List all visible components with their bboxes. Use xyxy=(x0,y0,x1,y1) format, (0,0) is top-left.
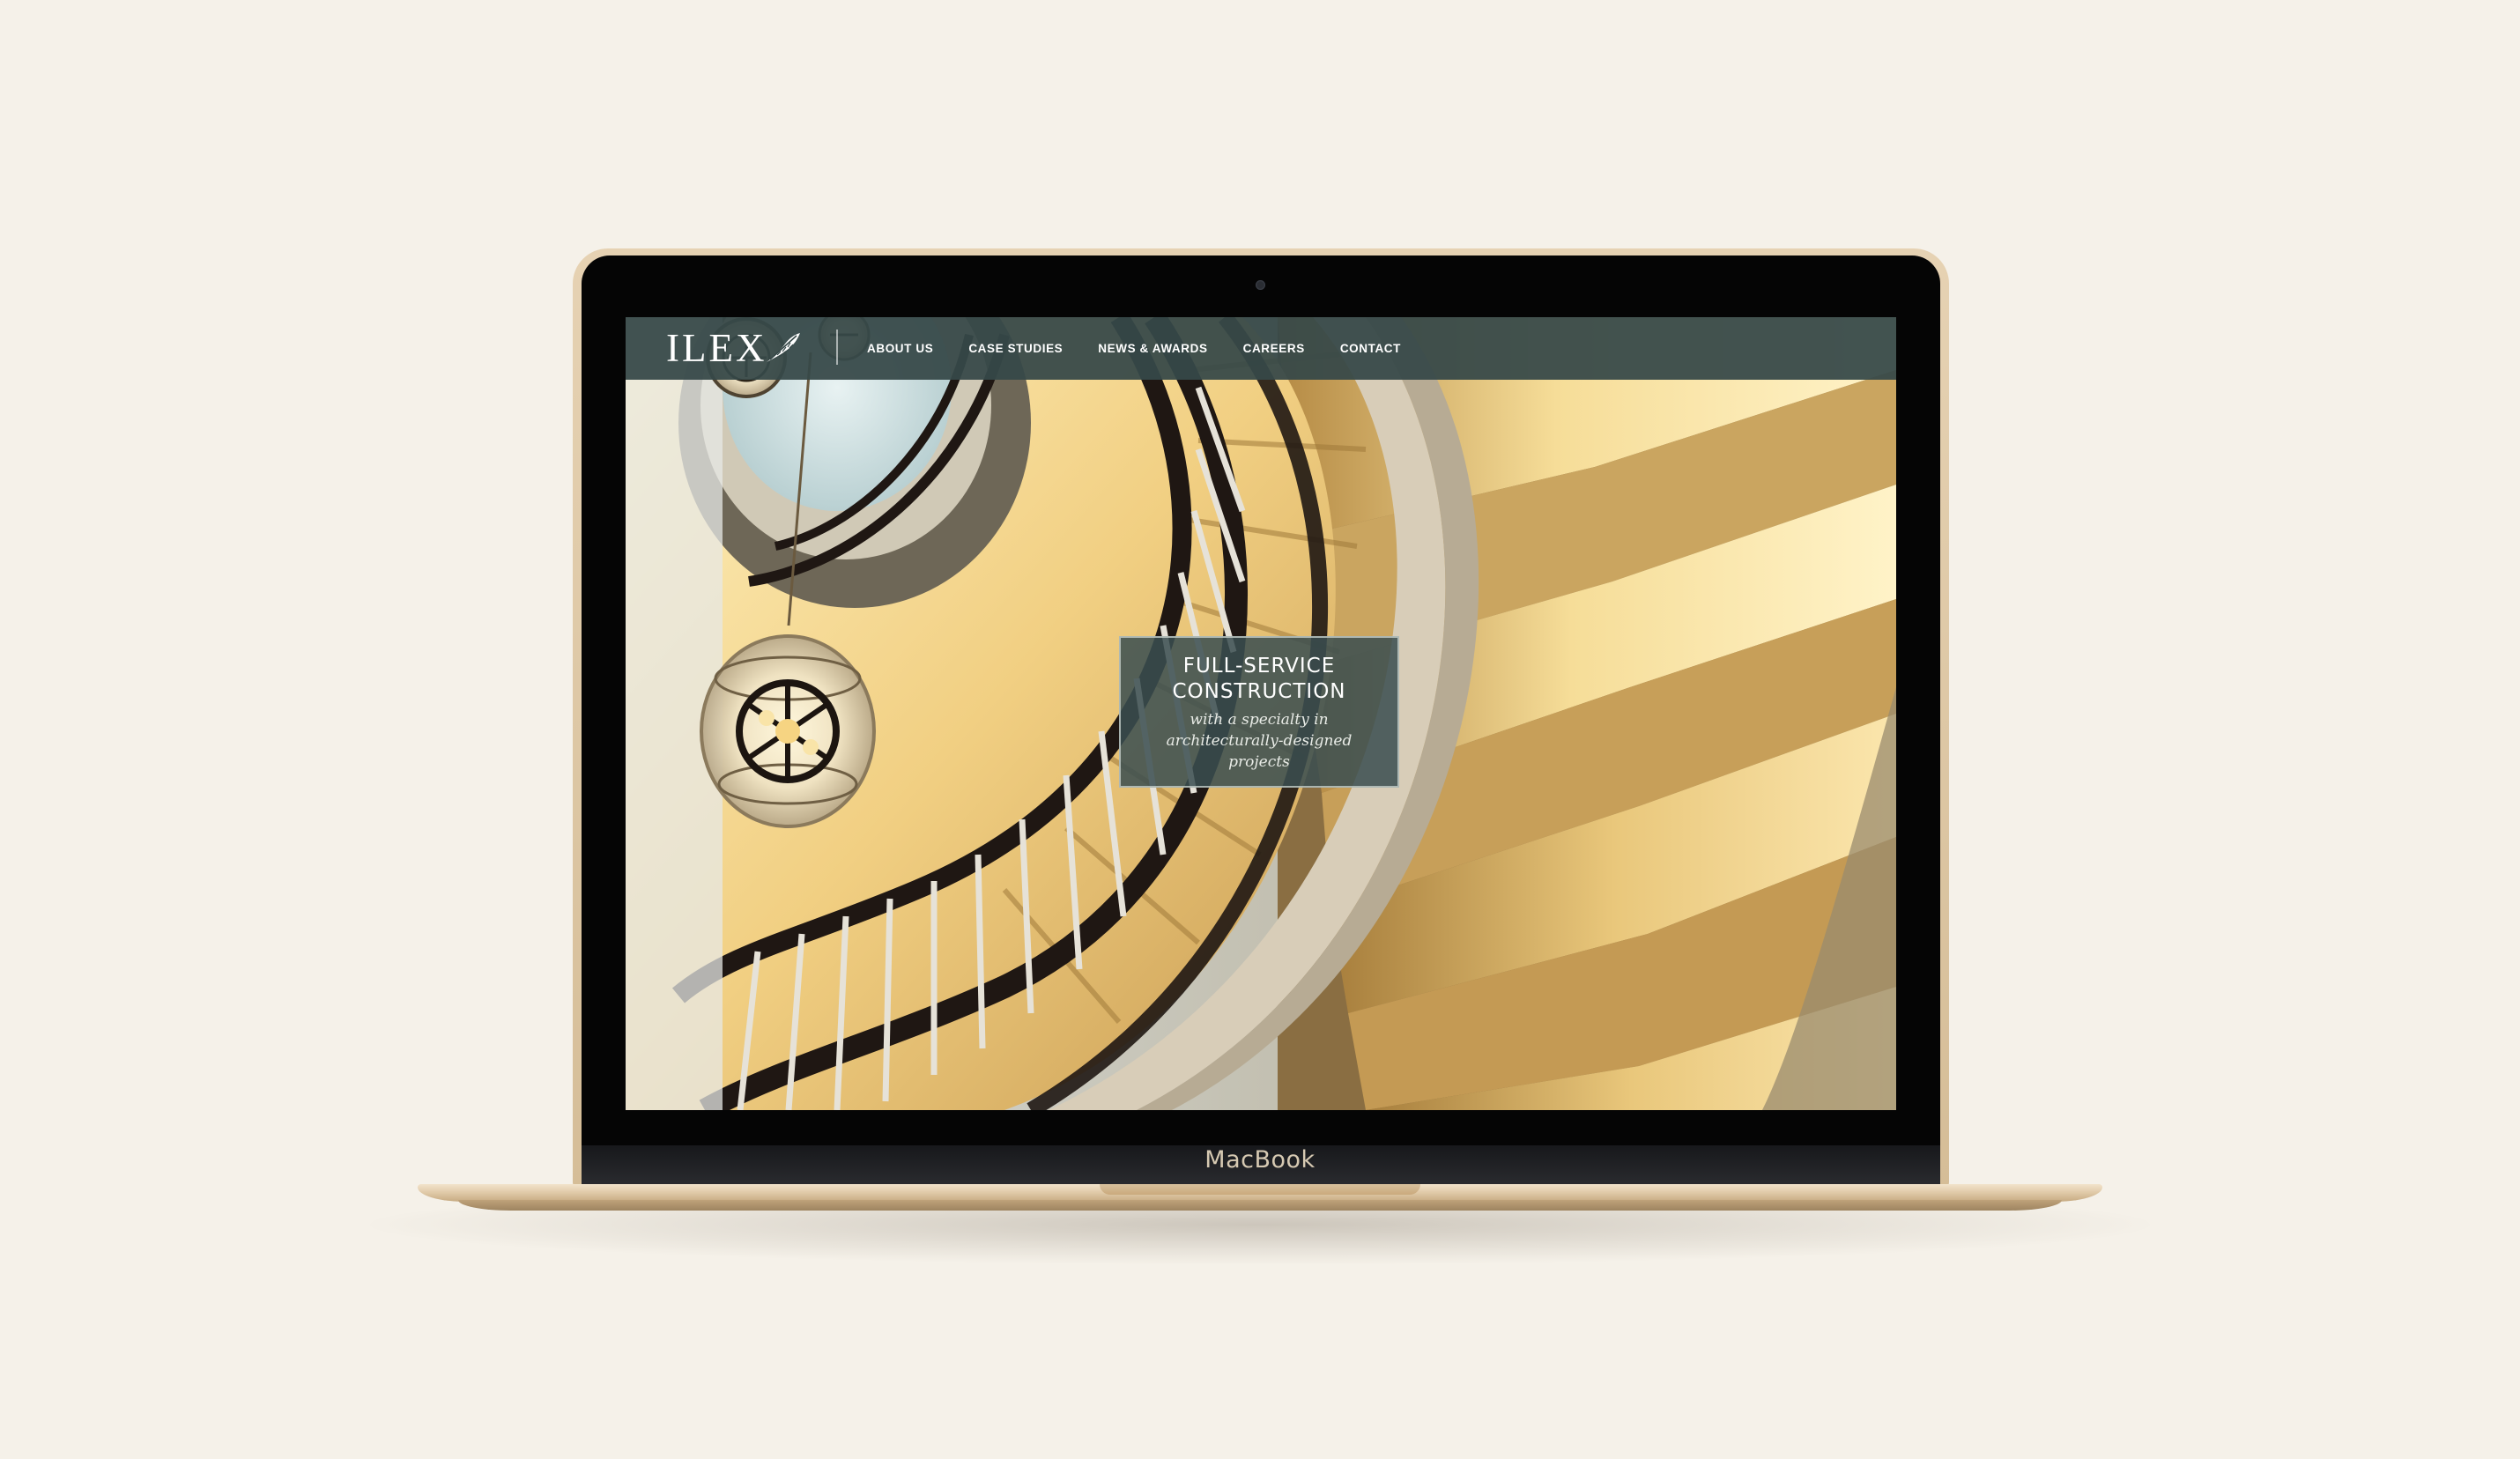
device-label: MacBook xyxy=(1204,1146,1316,1174)
hero-subtitle: with a specialty in architecturally-desi… xyxy=(1166,711,1353,771)
hero-title: FULL-SERVICE CONSTRUCTION xyxy=(1121,654,1397,705)
nav-about-us[interactable]: ABOUT US xyxy=(867,342,933,355)
laptop-base-edge xyxy=(458,1200,2062,1211)
laptop-hinge-notch xyxy=(1100,1184,1420,1195)
hero-title-line1: FULL-SERVICE xyxy=(1182,655,1336,678)
logo-text: ILEX xyxy=(666,326,767,370)
nav-careers[interactable]: CAREERS xyxy=(1243,342,1305,355)
main-nav: ABOUT US CASE STUDIES NEWS & AWARDS CARE… xyxy=(867,317,1436,380)
nav-divider xyxy=(836,330,838,365)
leaf-icon xyxy=(767,333,801,362)
nav-news-awards[interactable]: NEWS & AWARDS xyxy=(1098,342,1207,355)
nav-contact[interactable]: CONTACT xyxy=(1340,342,1401,355)
website-screen: ILEX ABOUT US CASE STUDIES NEWS & AWARDS… xyxy=(626,317,1896,1110)
nav-case-studies[interactable]: CASE STUDIES xyxy=(968,342,1063,355)
camera-icon xyxy=(1256,280,1265,290)
site-navbar: ILEX ABOUT US CASE STUDIES NEWS & AWARDS… xyxy=(626,317,1896,380)
hero-tagline-box: FULL-SERVICE CONSTRUCTION with a special… xyxy=(1119,636,1399,788)
site-logo[interactable]: ILEX xyxy=(666,326,802,370)
hero-title-line2: CONSTRUCTION xyxy=(1172,680,1346,703)
